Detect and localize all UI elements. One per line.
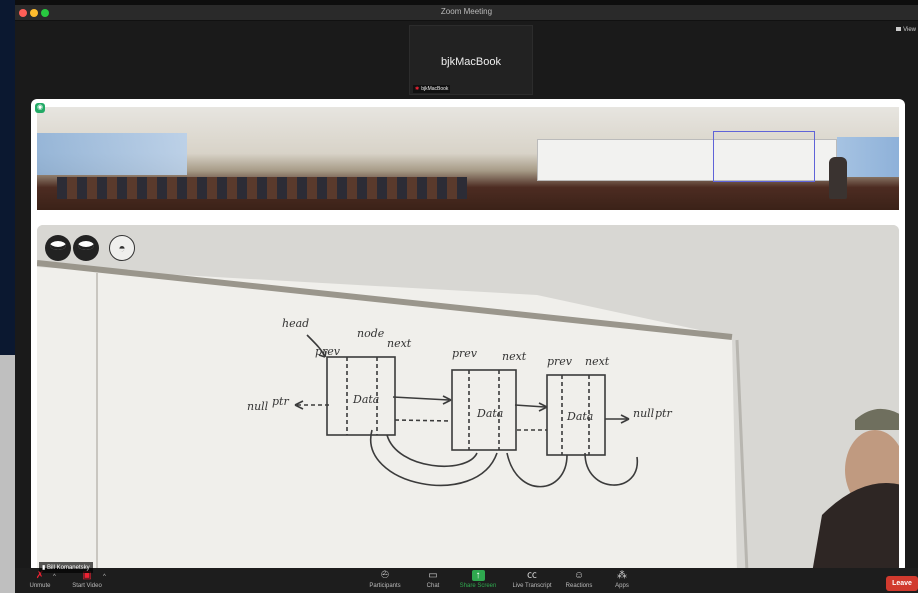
classroom-window	[37, 133, 187, 175]
wb-label: next	[585, 355, 610, 368]
presenter-figure	[829, 157, 847, 199]
live-transcript-button[interactable]: ㏄ Live Transcript	[507, 570, 557, 589]
wb-label: Data	[566, 410, 593, 423]
start-video-label: Start Video	[72, 583, 102, 589]
chat-icon: ▭	[428, 570, 438, 581]
participants-button[interactable]: ⚇ 2 Participants	[363, 570, 407, 589]
participant-label: ✱ bjkMacBook	[413, 85, 451, 93]
wb-label: head	[282, 317, 309, 330]
cc-icon: ㏄	[527, 570, 537, 581]
wb-label: Data	[352, 393, 379, 406]
view-button[interactable]: View	[894, 26, 918, 34]
panorama-video	[37, 107, 899, 210]
view-label: View	[903, 27, 916, 33]
wb-label: ptr	[272, 395, 289, 408]
wb-label: next	[387, 337, 412, 350]
camera-reaction-icon[interactable]: ◓	[109, 235, 135, 261]
wb-label: node	[357, 327, 385, 340]
audio-options-caret[interactable]: ^	[53, 574, 56, 580]
participant-label-text: bjkMacBook	[421, 86, 449, 92]
chat-button[interactable]: ▭ Chat	[418, 570, 448, 589]
participant-tile[interactable]: bjkMacBook ✱ bjkMacBook	[409, 25, 533, 95]
wb-label: prev	[452, 347, 478, 360]
apps-icon: ⁂	[617, 570, 627, 581]
share-screen-button[interactable]: ↑ Share Screen	[455, 570, 501, 589]
view-icon	[896, 27, 902, 32]
reactions-label: Reactions	[565, 583, 593, 589]
wb-label: next	[502, 350, 527, 363]
wb-label: prev	[547, 355, 573, 368]
video-options-caret[interactable]: ^	[103, 574, 106, 580]
focus-frame	[713, 131, 815, 182]
background-panel	[0, 355, 15, 593]
chat-label: Chat	[426, 583, 440, 589]
wb-label: null	[247, 400, 269, 413]
participants-count: 2	[383, 571, 387, 577]
unmute-label: Unmute	[29, 583, 51, 589]
background-window	[0, 0, 15, 593]
title-bar: Zoom Meeting	[15, 5, 918, 21]
wb-label: Data	[476, 407, 503, 420]
presenter-name-tag: ▮ Bill Komanetsky	[39, 562, 93, 573]
owl-eye-right-icon	[73, 235, 99, 261]
whiteboard-drawing: head prev node next null ptr Data Data D…	[37, 225, 899, 573]
share-screen-label: Share Screen	[459, 583, 497, 589]
mic-muted-icon: ✱	[415, 86, 420, 92]
whiteboard-video: ◓ head prev node next null ptr Data Data…	[37, 225, 899, 573]
leave-button[interactable]: Leave	[886, 576, 918, 591]
window-title: Zoom Meeting	[440, 7, 493, 16]
classroom-desks	[57, 177, 467, 199]
shared-video-area: ◉ ◓ head prev node next null ptr Data Da…	[31, 99, 905, 573]
share-screen-icon: ↑	[471, 570, 485, 581]
reactions-icon: ☺	[573, 570, 585, 581]
participants-label: Participants	[369, 583, 401, 589]
apps-button[interactable]: ⁂ Apps	[607, 570, 637, 589]
wb-label: ptr	[655, 407, 672, 420]
live-transcript-label: Live Transcript	[512, 583, 552, 589]
camera-status-icon: ◉	[35, 103, 45, 113]
owl-logo: ◓	[45, 235, 135, 261]
owl-eye-left-icon	[45, 235, 71, 261]
wb-label: prev	[315, 345, 341, 358]
meeting-toolbar: ✗ Unmute ^ ▣ Start Video ^ ⚇ 2 Participa…	[15, 568, 918, 593]
wb-label: null	[633, 407, 655, 420]
apps-label: Apps	[615, 583, 629, 589]
presenter-name: Bill Komanetsky	[46, 565, 90, 571]
zoom-window: Zoom Meeting View bjkMacBook ✱ bjkMacBook…	[15, 5, 918, 593]
participant-name: bjkMacBook	[441, 56, 501, 68]
reactions-button[interactable]: ☺ Reactions	[561, 570, 597, 589]
